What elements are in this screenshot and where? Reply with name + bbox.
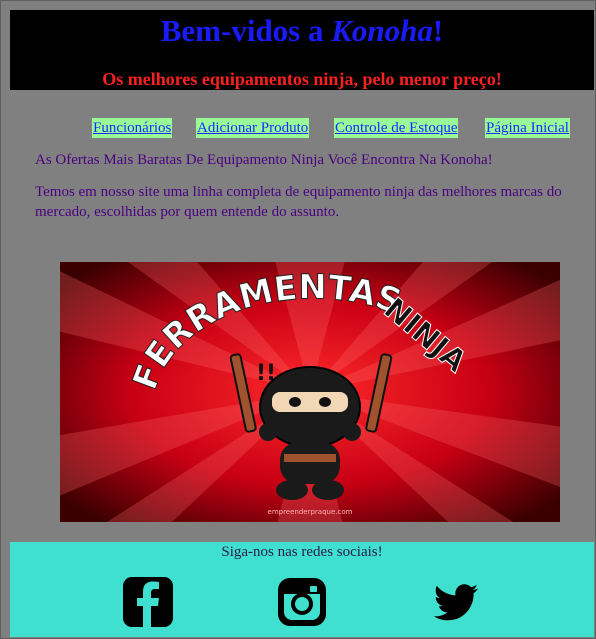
main-nav: Funcionários Adicionar Produto Controle … <box>0 118 596 140</box>
banner-credit: empreenderpraque.com <box>268 508 353 516</box>
twitter-icon[interactable] <box>430 576 482 628</box>
instagram-icon[interactable] <box>276 576 328 628</box>
nav-link-controle-estoque[interactable]: Controle de Estoque <box>334 118 459 138</box>
social-label: Siga-nos nas redes sociais! <box>221 544 383 560</box>
intro-section: As Ofertas Mais Baratas De Equipamento N… <box>35 150 575 222</box>
intro-headline: As Ofertas Mais Baratas De Equipamento N… <box>35 152 493 168</box>
ninja-tools-banner: FERRAMENTAS NINJA !! empreenderpraque.co… <box>60 262 560 522</box>
title-suffix: ! <box>432 13 444 48</box>
site-footer: Siga-nos nas redes sociais! <box>10 542 594 637</box>
facebook-icon[interactable] <box>122 576 174 628</box>
title-emphasis: Konoha <box>331 13 433 48</box>
nav-link-adicionar-produto[interactable]: Adicionar Produto <box>196 118 310 138</box>
intro-body: Temos em nosso site uma linha completa d… <box>35 184 562 220</box>
nav-link-pagina-inicial[interactable]: Página Inicial <box>485 118 570 138</box>
nav-link-funcionarios[interactable]: Funcionários <box>92 118 173 138</box>
page-title: Bem-vidos a Konoha! <box>10 10 594 50</box>
title-prefix: Bem-vidos a <box>160 13 332 48</box>
page-subtitle: Os melhores equipamentos ninja, pelo men… <box>102 69 502 89</box>
site-header: Bem-vidos a Konoha! Os melhores equipame… <box>10 10 594 90</box>
